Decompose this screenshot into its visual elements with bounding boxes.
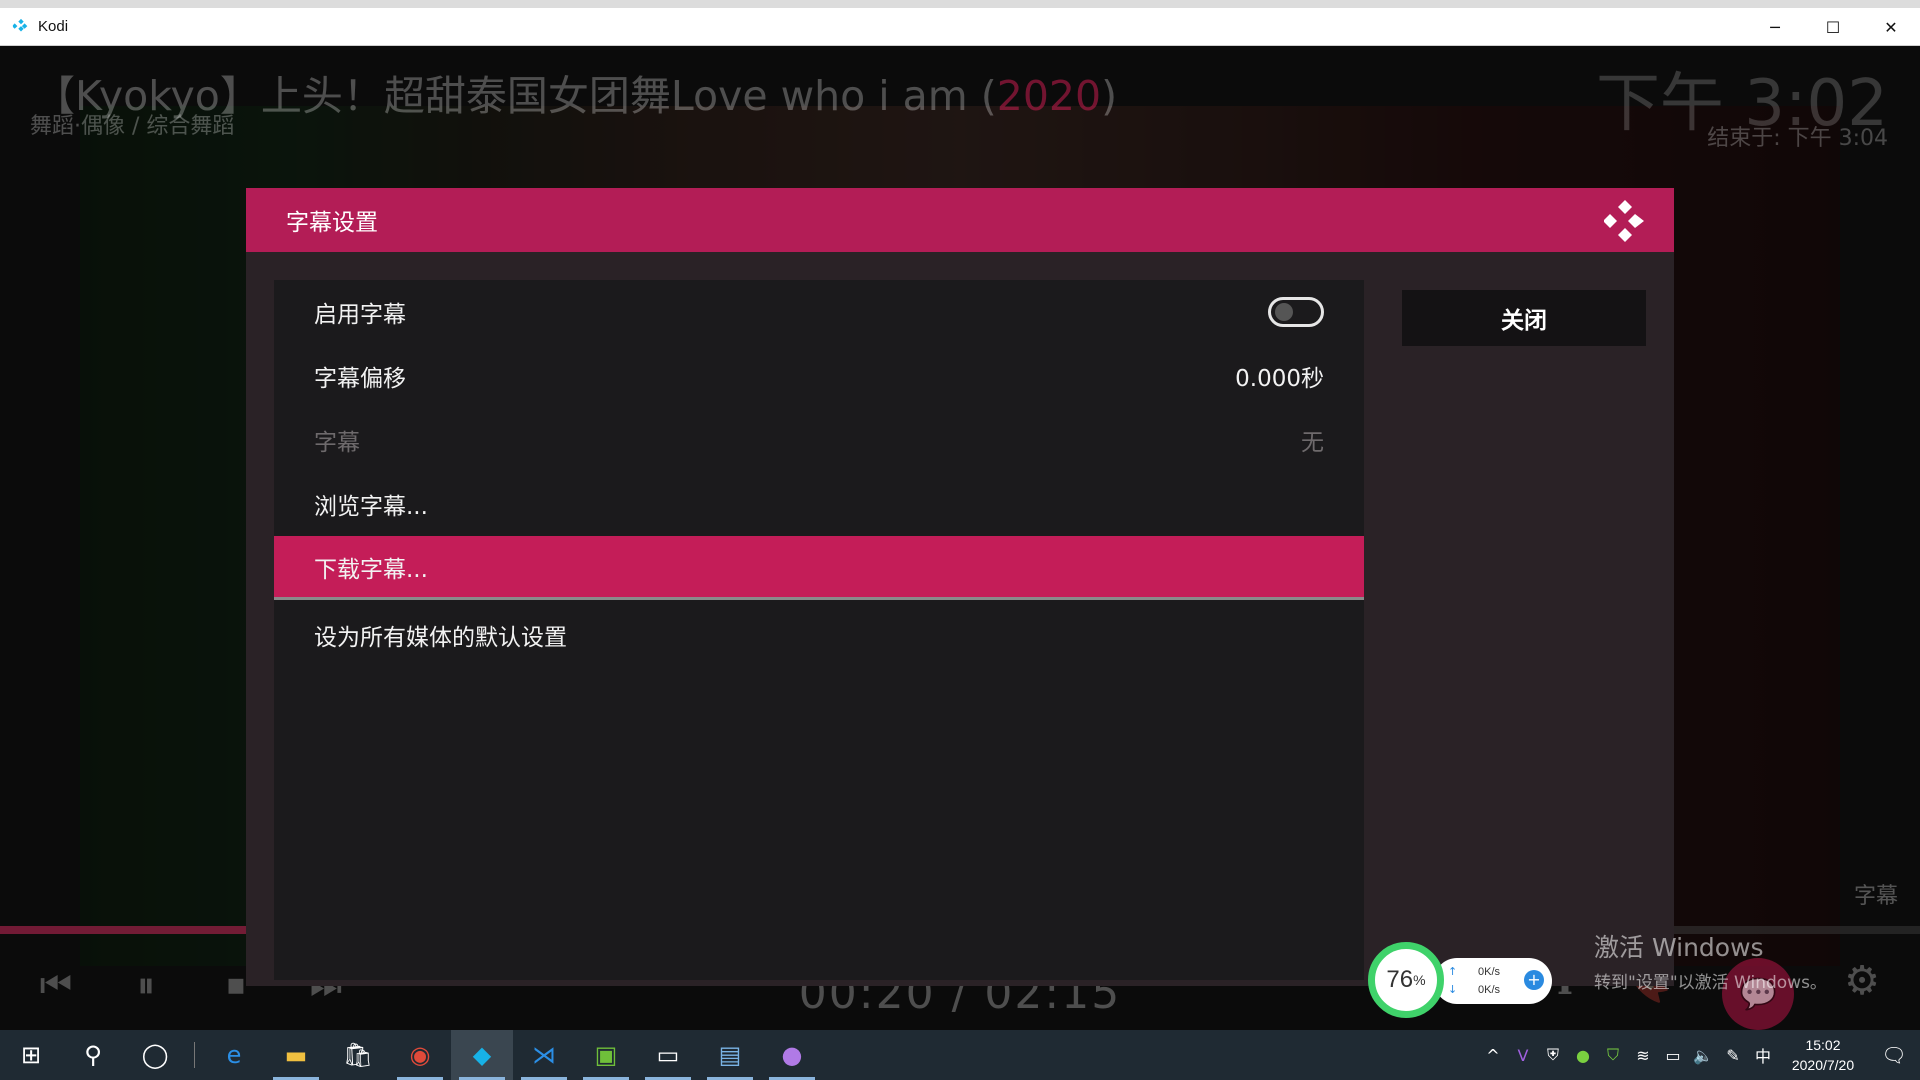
kodi-logo-icon [1604,200,1644,242]
setting-label: 设为所有媒体的默认设置 [314,625,567,651]
taskbar-separator [194,1042,195,1068]
video-player[interactable]: 【Kyokyo】上头！超甜泰国女团舞Love who i am (2020) 舞… [0,46,1920,1030]
setting-label: 字幕 [314,430,360,456]
network-speed-widget[interactable]: ↑ 0K/s ↓ 0K/s + 76% [1366,940,1552,1020]
system-tray: ^ V ⛨ ● ⛉ ≋ ▭ 🔈 ✎ 中 15:02 2020/7/20 🗨 [1478,1030,1920,1080]
vscode-icon[interactable]: ⋊ [513,1030,575,1080]
subtitle-settings-dialog: 字幕设置 启用字幕 字幕偏移 0.000秒 字幕 无 浏览字幕... 下载字幕.… [246,188,1674,986]
terminal-icon[interactable]: ▭ [637,1030,699,1080]
taskbar-clock[interactable]: 15:02 2020/7/20 [1778,1035,1868,1075]
watermark-line1: 激活 Windows [1594,933,1764,962]
notification-center-icon[interactable]: 🗨 [1868,1030,1920,1080]
setting-label: 字幕偏移 [314,366,406,392]
settings-list: 启用字幕 字幕偏移 0.000秒 字幕 无 浏览字幕... 下载字幕... 设为… [274,280,1364,980]
setting-set-default[interactable]: 设为所有媒体的默认设置 [274,603,1364,667]
download-speed: 0K/s [1478,984,1501,996]
setting-subtitle-offset[interactable]: 字幕偏移 0.000秒 [274,344,1364,408]
search-icon[interactable]: ⚲ [62,1030,124,1080]
wifi-icon[interactable]: ≋ [1628,1030,1658,1080]
kodi-app-icon [12,18,28,31]
battery-icon[interactable]: ▭ [1658,1030,1688,1080]
store-bag-icon[interactable]: 🛍 [327,1030,389,1080]
window-top-strip [0,0,1920,8]
file-explorer-icon[interactable]: ▬ [265,1030,327,1080]
chrome-browser-icon[interactable]: ◉ [389,1030,451,1080]
setting-enable-subtitles[interactable]: 启用字幕 [274,280,1364,344]
upload-arrow-icon: ↑ [1448,965,1458,978]
maximize-button[interactable]: ☐ [1804,8,1862,46]
clock-date: 2020/7/20 [1791,1057,1855,1073]
network-speed-pill: ↑ 0K/s ↓ 0K/s + [1434,958,1552,1004]
watermark-line2: 转到"设置"以激活 Windows。 [1594,973,1827,993]
setting-value: 0.000秒 [1235,366,1324,392]
osd-genre: 舞蹈·偶像 / 综合舞蹈 [30,114,235,139]
windows-activation-watermark: 激活 Windows 转到"设置"以激活 Windows。 [1594,928,1827,993]
shield-tray-icon[interactable]: ⛨ [1538,1030,1568,1080]
v-app-tray-icon[interactable]: V [1508,1030,1538,1080]
osd-year: 2020 [996,72,1102,120]
gear-icon[interactable]: ⚙ [1844,958,1880,1030]
security-shield-icon[interactable]: ⛉ [1598,1030,1628,1080]
image-editor-icon[interactable]: ▣ [575,1030,637,1080]
cortana-circle-icon[interactable]: ◯ [124,1030,186,1080]
setting-browse-subtitles[interactable]: 浏览字幕... [274,472,1364,536]
pen-icon[interactable]: ✎ [1718,1030,1748,1080]
folder-tool-icon[interactable]: ▤ [699,1030,761,1080]
github-desktop-icon[interactable]: ● [761,1030,823,1080]
upload-speed: 0K/s [1478,966,1501,978]
setting-value: 无 [1301,430,1324,456]
window-title: Kodi [38,18,69,35]
enable-subtitles-toggle[interactable] [1268,297,1324,327]
close-window-button[interactable]: ✕ [1862,8,1920,46]
osd-subtitle-label: 字幕 [1853,884,1898,909]
playback-progress-fill [0,926,285,934]
setting-label: 下载字幕... [314,556,428,583]
windows-taskbar: ⊞ ⚲ ◯ e ▬ 🛍 ◉ ◆ ⋊ ▣ ▭ ▤ ● ^ V ⛨ ● ⛉ ≋ ▭ … [0,1030,1920,1080]
close-dialog-button[interactable]: 关闭 [1402,290,1646,346]
minimize-button[interactable]: ─ [1746,8,1804,46]
setting-label: 浏览字幕... [314,494,428,520]
clock-time: 15:02 [1805,1037,1841,1053]
ime-indicator[interactable]: 中 [1748,1030,1778,1080]
dialog-title: 字幕设置 [286,210,378,236]
volume-icon[interactable]: 🔈 [1688,1030,1718,1080]
chevron-up-icon[interactable]: ^ [1478,1030,1508,1080]
download-arrow-icon: ↓ [1448,983,1458,996]
toggle-knob [1275,303,1293,321]
setting-subtitle-stream: 字幕 无 [274,408,1364,472]
edge-browser-icon[interactable]: e [203,1030,265,1080]
setting-download-subtitles[interactable]: 下载字幕... [274,536,1364,600]
setting-label: 启用字幕 [314,302,406,328]
kodi-window: Kodi ─ ☐ ✕ 【Kyokyo】上头！超甜泰国女团舞Love who i … [0,0,1920,1030]
memory-usage-gauge: 76% [1368,942,1444,1018]
dialog-header: 字幕设置 [246,188,1674,252]
plus-icon[interactable]: + [1524,970,1544,990]
start-windows-icon[interactable]: ⊞ [0,1030,62,1080]
osd-end-time: 结束于: 下午 3:04 [1707,126,1888,151]
green-app-tray-icon[interactable]: ● [1568,1030,1598,1080]
window-titlebar[interactable]: Kodi ─ ☐ ✕ [0,8,1920,46]
kodi-taskbar-icon[interactable]: ◆ [451,1030,513,1080]
